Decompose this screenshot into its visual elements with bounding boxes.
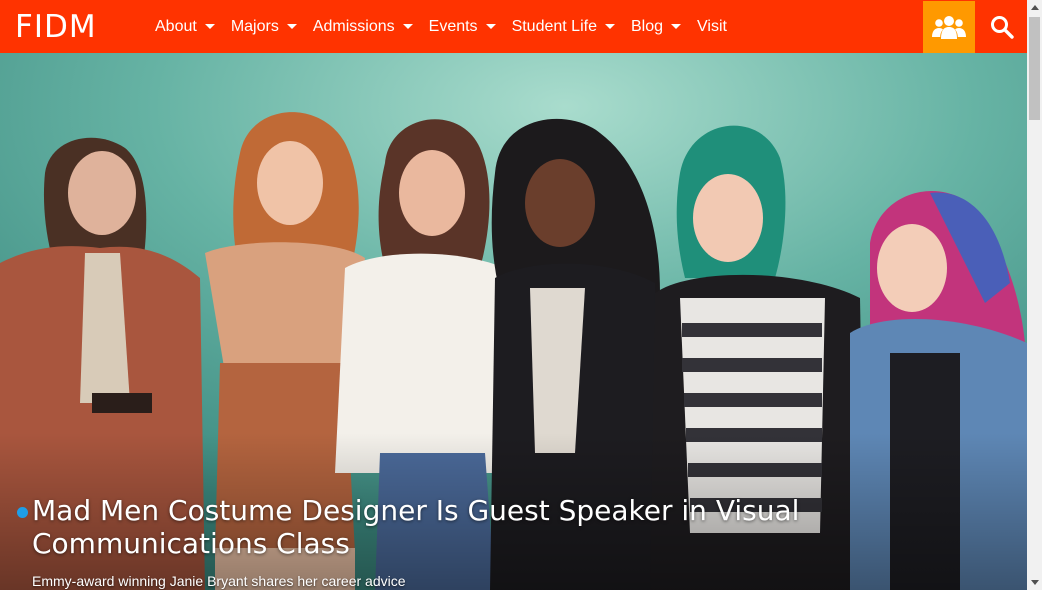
nav-item-student-life[interactable]: Student Life — [504, 18, 623, 36]
bullet-dot-icon — [17, 507, 28, 518]
scroll-up-button[interactable] — [1027, 0, 1042, 15]
nav-item-label: Events — [428, 17, 478, 35]
nav-item-label: Admissions — [312, 17, 395, 35]
nav-item-label: About — [155, 17, 197, 35]
arrow-up-icon — [1030, 5, 1039, 10]
top-navbar: FIDM About Majors Admissions Events Stud… — [0, 0, 1027, 53]
hero-headline[interactable]: Mad Men Costume Designer Is Guest Speake… — [32, 494, 992, 560]
caret-down-icon — [204, 24, 215, 29]
people-group-icon — [932, 16, 966, 39]
nav-item-label: Majors — [230, 17, 279, 35]
nav-item-about[interactable]: About — [147, 18, 223, 36]
main-nav: About Majors Admissions Events Student L… — [147, 0, 735, 53]
nav-item-blog[interactable]: Blog — [623, 18, 689, 36]
people-button[interactable] — [923, 1, 975, 53]
nav-item-label: Visit — [697, 17, 727, 35]
caret-down-icon — [402, 24, 413, 29]
caret-down-icon — [671, 24, 681, 29]
nav-item-admissions[interactable]: Admissions — [305, 18, 421, 36]
scroll-thumb[interactable] — [1029, 17, 1040, 120]
nav-item-label: Blog — [630, 17, 663, 35]
caret-down-icon — [485, 24, 496, 29]
scroll-down-button[interactable] — [1027, 575, 1042, 590]
fidm-logo[interactable]: FIDM — [15, 8, 97, 46]
arrow-down-icon — [1030, 580, 1039, 585]
search-button[interactable] — [976, 1, 1027, 53]
caret-down-icon — [604, 24, 615, 29]
caret-down-icon — [286, 24, 297, 29]
nav-item-majors[interactable]: Majors — [223, 18, 305, 36]
nav-item-visit[interactable]: Visit — [689, 18, 735, 36]
nav-item-label: Student Life — [511, 17, 597, 35]
nav-item-events[interactable]: Events — [421, 18, 504, 36]
hero-subheadline: Emmy-award winning Janie Bryant shares h… — [32, 573, 406, 589]
search-icon — [990, 16, 1014, 39]
vertical-scrollbar[interactable] — [1027, 0, 1042, 590]
